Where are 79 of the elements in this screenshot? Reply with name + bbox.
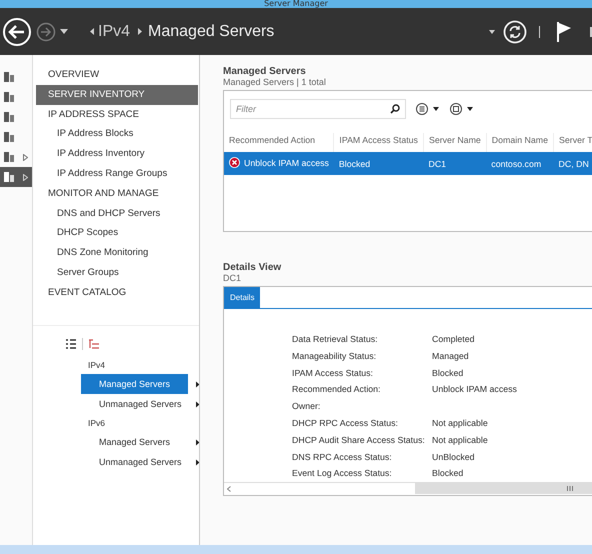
section-subtitle: Managed Servers | 1 total — [223, 77, 327, 87]
field-label: DHCP RPC Access Status: — [292, 416, 399, 430]
caret-icon[interactable] — [60, 29, 68, 34]
field-label: Manageability Status: — [292, 350, 378, 363]
flag-icon[interactable] — [556, 20, 572, 42]
field-value: UnBlocked — [432, 450, 476, 464]
breadcrumb-item[interactable]: IPv4 — [98, 22, 130, 40]
table-cell: contoso.com — [486, 152, 554, 175]
nav-item[interactable]: IP Address Range Groups — [36, 164, 198, 184]
field-label: Data Retrieval Status: — [292, 333, 379, 346]
caret-icon — [138, 28, 142, 35]
server-icon — [3, 151, 15, 163]
field-value: Blocked — [432, 467, 464, 480]
field-value: Unblock IPAM access — [432, 383, 518, 396]
field-label: Recommended Action: — [292, 383, 382, 396]
field-label: DNS RPC Access Status: — [292, 450, 393, 464]
expand-icon[interactable] — [196, 458, 199, 466]
filter-field[interactable]: Filter — [230, 99, 406, 119]
table-cell: Unblock IPAM access — [224, 152, 334, 175]
field-value: Blocked — [432, 366, 464, 380]
field-value: Not applicable — [432, 434, 489, 447]
nav-item[interactable]: MONITOR AND MANAGE — [36, 184, 198, 204]
breadcrumb-item[interactable]: Managed Servers — [148, 22, 274, 40]
expand-icon[interactable] — [196, 380, 199, 388]
field-label: Event Log Access Status: — [292, 467, 393, 480]
server-icon — [3, 111, 15, 123]
field-label: Owner: — [292, 400, 322, 414]
horizontal-scrollbar[interactable] — [224, 482, 592, 494]
expand-icon — [23, 174, 28, 180]
field-value: Not applicable — [432, 416, 489, 430]
nav-item[interactable]: DHCP Scopes — [36, 223, 198, 244]
field-label: IPAM Access Status: — [292, 366, 374, 380]
columns-button[interactable] — [416, 103, 440, 115]
field-label: DHCP Audit Share Access Status: — [292, 434, 426, 447]
tree-item[interactable]: Managed Servers — [81, 374, 188, 394]
tree-group-label: IPv4 — [87, 359, 106, 372]
nav-item[interactable]: OVERVIEW — [36, 65, 198, 85]
server-icon — [3, 131, 15, 143]
refresh-icon[interactable] — [503, 20, 527, 44]
scroll-left-icon[interactable] — [227, 486, 231, 492]
section-title: Managed Servers — [223, 66, 307, 77]
save-query-button[interactable] — [450, 103, 474, 115]
table-cell: Blocked — [334, 152, 424, 175]
tree-group-label: IPv6 — [87, 417, 106, 430]
window-title: Server Manager — [264, 0, 328, 8]
caret-icon — [90, 28, 94, 35]
section-subtitle: DC1 — [223, 273, 242, 283]
sidebar-tile[interactable] — [0, 167, 32, 187]
nav-item[interactable]: IP ADDRESS SPACE — [36, 104, 198, 124]
expand-icon[interactable] — [196, 438, 199, 446]
field-value: Completed — [432, 333, 476, 346]
server-icon — [3, 71, 15, 83]
server-icon — [3, 91, 15, 103]
grip-icon — [567, 486, 573, 491]
table-row[interactable]: Unblock IPAM access Blocked DC1 contoso.com DC, DN — [224, 152, 592, 175]
search-icon — [390, 104, 400, 114]
nav-item[interactable]: DNS Zone Monitoring — [36, 243, 198, 263]
details-tab[interactable]: Details — [224, 287, 260, 308]
list-view-icon[interactable] — [66, 339, 76, 349]
table-cell: DC1 — [423, 152, 486, 175]
scroll-thumb[interactable] — [415, 483, 592, 494]
nav-item[interactable]: DNS and DHCP Servers — [36, 204, 198, 224]
section-title: Details View — [223, 262, 282, 273]
tree-item[interactable]: Managed Servers — [81, 432, 188, 452]
tree-item[interactable]: Unmanaged Servers — [81, 394, 188, 414]
tree-item[interactable]: Unmanaged Servers — [81, 452, 188, 472]
nav-item[interactable]: IP Address Blocks — [36, 124, 198, 144]
caret-icon[interactable] — [489, 30, 495, 34]
nav-item[interactable]: IP Address Inventory — [36, 144, 198, 164]
nav-item[interactable]: Server Groups — [36, 262, 198, 283]
field-value: Managed — [432, 350, 470, 363]
table-cell: DC, DN — [554, 152, 592, 175]
back-button[interactable] — [2, 16, 32, 46]
expand-icon[interactable] — [196, 400, 199, 408]
nav-item[interactable]: EVENT CATALOG — [36, 282, 198, 303]
nav-item[interactable]: SERVER INVENTORY — [36, 84, 198, 105]
expand-icon — [23, 154, 28, 160]
server-icon — [3, 171, 15, 183]
tree-view-icon[interactable] — [89, 339, 99, 349]
